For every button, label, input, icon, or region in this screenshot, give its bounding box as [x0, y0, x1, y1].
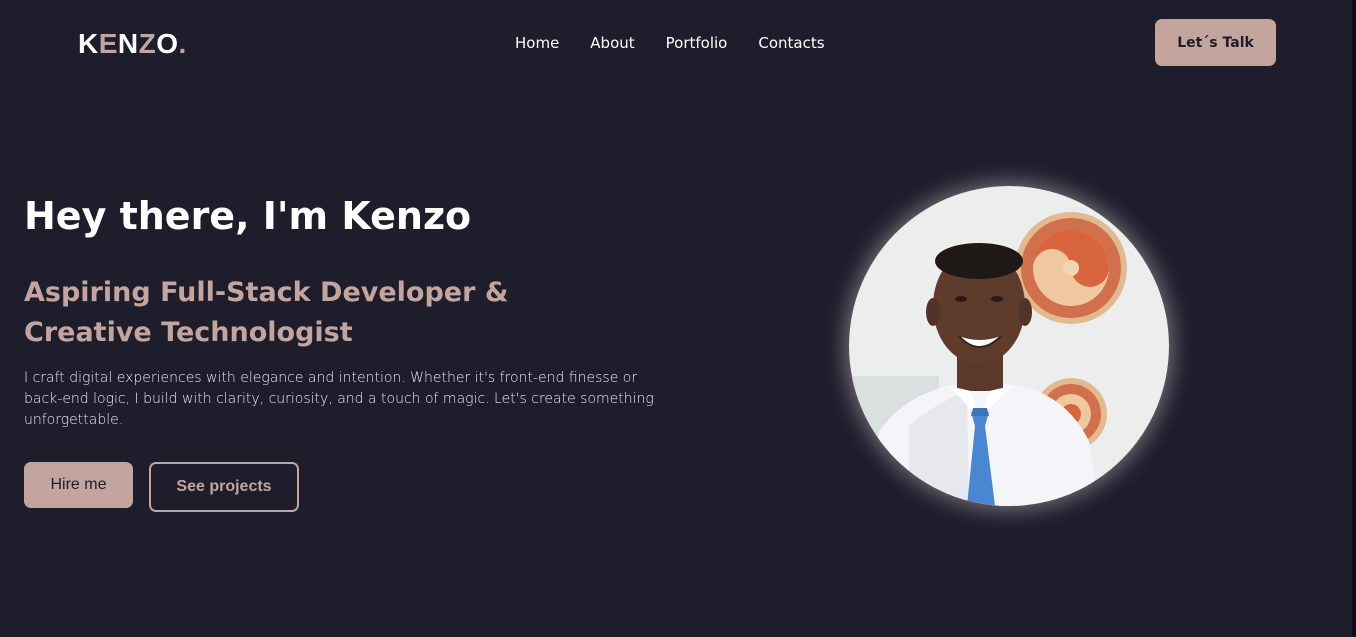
hero-subtitle: Aspiring Full-Stack Developer & Creative…: [24, 277, 509, 348]
logo-letter: N: [117, 28, 139, 59]
profile-photo-illustration: [849, 186, 1169, 506]
lets-talk-button[interactable]: Let´s Talk: [1155, 19, 1276, 66]
nav-link-home[interactable]: Home: [515, 33, 559, 53]
logo-letter: K: [78, 28, 99, 59]
logo[interactable]: KENZO.: [78, 28, 187, 60]
navbar: KENZO. Home About Portfolio Contacts Let…: [0, 0, 1356, 86]
wall-basket-upper: [1015, 212, 1127, 324]
scrollbar-edge: [1352, 0, 1356, 637]
hero-title: Hey there, I'm Kenzo: [24, 194, 472, 238]
see-projects-button[interactable]: See projects: [149, 462, 299, 512]
profile-photo: [849, 186, 1169, 506]
nav-link-contacts[interactable]: Contacts: [758, 33, 824, 53]
hire-me-button[interactable]: Hire me: [24, 462, 133, 508]
nav-link-portfolio[interactable]: Portfolio: [666, 33, 728, 53]
logo-letter: .: [178, 28, 187, 59]
nav-menu: Home About Portfolio Contacts: [515, 33, 825, 53]
nav-link-about[interactable]: About: [590, 33, 634, 53]
logo-letter: O: [156, 28, 179, 59]
logo-letter: E: [98, 28, 118, 59]
hero-description: I craft digital experiences with eleganc…: [24, 370, 654, 428]
logo-letter: Z: [138, 28, 157, 59]
